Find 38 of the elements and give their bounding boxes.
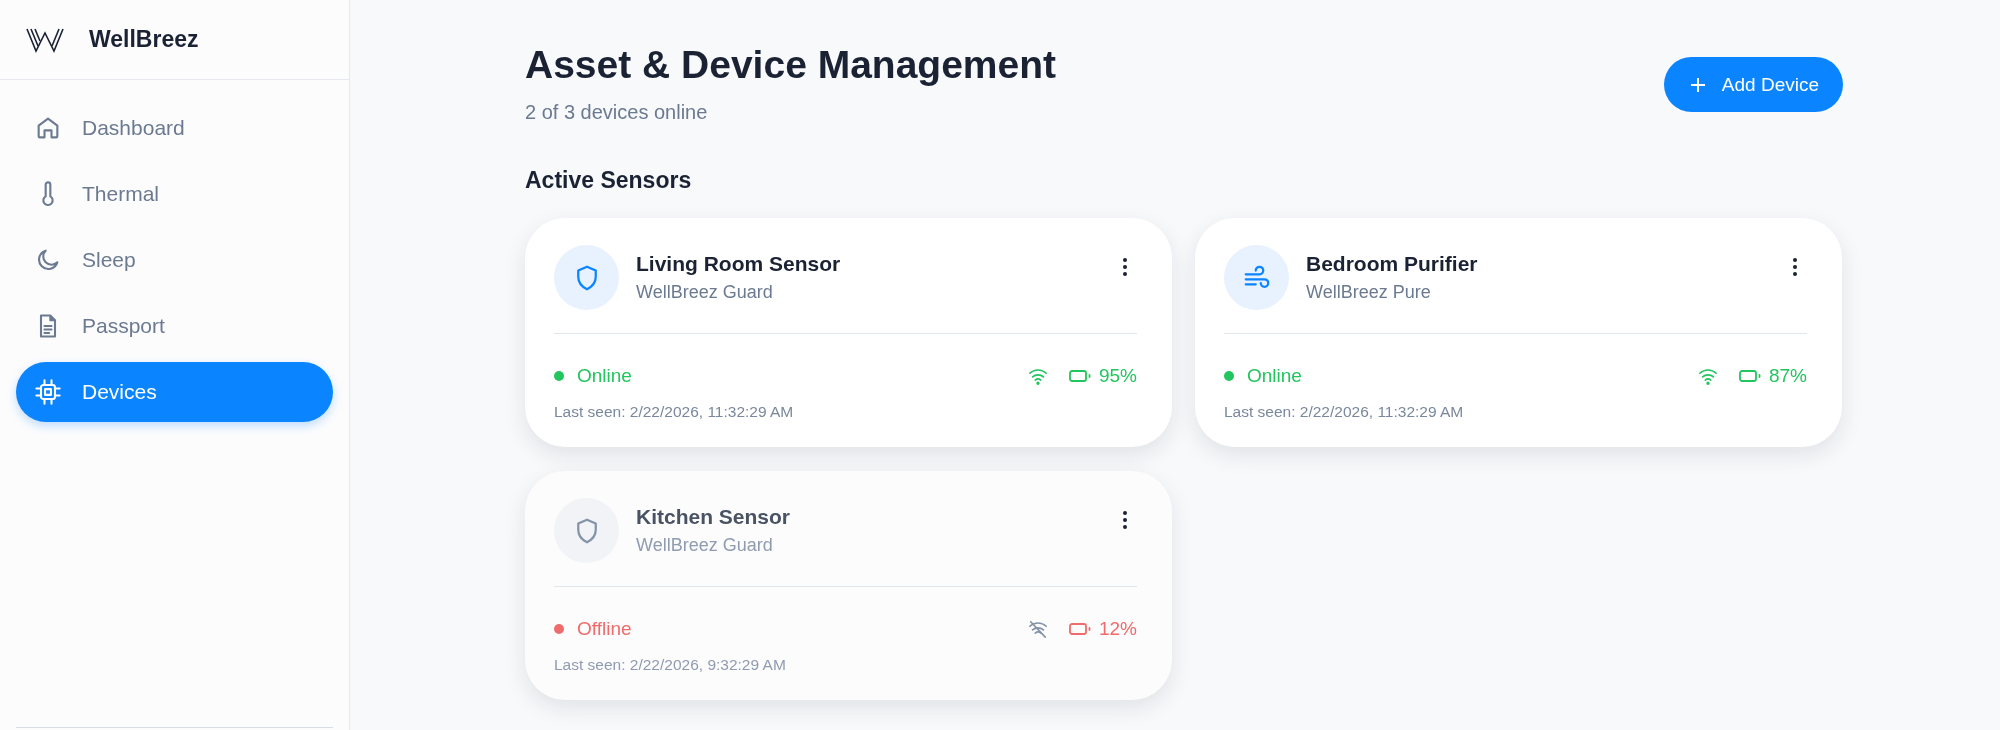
status-dot <box>554 624 564 634</box>
device-model: WellBreez Pure <box>1306 282 1431 303</box>
wifi-off-icon <box>1026 619 1049 639</box>
last-seen-text: Last seen: 2/22/2026, 9:32:29 AM <box>554 656 786 674</box>
add-device-button[interactable]: Add Device <box>1663 57 1843 112</box>
device-name: Bedroom Purifier <box>1306 252 1478 276</box>
device-model: WellBreez Guard <box>636 535 773 556</box>
battery-icon <box>1068 369 1091 383</box>
battery-percent: 87% <box>1768 365 1807 387</box>
battery-percent: 95% <box>1098 365 1137 387</box>
status-dot <box>1224 371 1234 381</box>
battery-icon <box>1068 622 1091 636</box>
battery-icon <box>1738 369 1761 383</box>
nav-item[interactable]: Sleep <box>16 230 333 290</box>
status-label: Online <box>1247 365 1303 387</box>
nav-item[interactable]: Devices <box>16 362 333 422</box>
brand-name: WellBreez <box>89 26 199 53</box>
last-seen-text: Last seen: 2/22/2026, 11:32:29 AM <box>1224 403 1464 421</box>
wifi-icon <box>1026 366 1049 386</box>
nav-item[interactable]: Passport <box>16 296 333 356</box>
more-icon <box>1123 511 1127 529</box>
status-dot <box>554 371 564 381</box>
page-title: Asset & Device Management <box>525 42 1057 88</box>
device-name: Living Room Sensor <box>636 252 841 276</box>
chip-icon <box>34 378 62 406</box>
section-title: Active Sensors <box>525 166 692 194</box>
nav-item[interactable]: Thermal <box>16 164 333 224</box>
wifi-icon <box>1696 366 1719 386</box>
status-label: Offline <box>577 618 633 640</box>
last-seen-text: Last seen: 2/22/2026, 11:32:29 AM <box>554 403 794 421</box>
more-icon <box>1123 258 1127 276</box>
more-icon <box>1793 258 1797 276</box>
status-label: Online <box>577 365 633 387</box>
device-name: Kitchen Sensor <box>636 505 791 529</box>
battery-percent: 12% <box>1098 618 1137 640</box>
nav-item[interactable]: Dashboard <box>16 98 333 158</box>
page-subtitle: 2 of 3 devices online <box>525 101 708 124</box>
device-model: WellBreez Guard <box>636 282 773 303</box>
